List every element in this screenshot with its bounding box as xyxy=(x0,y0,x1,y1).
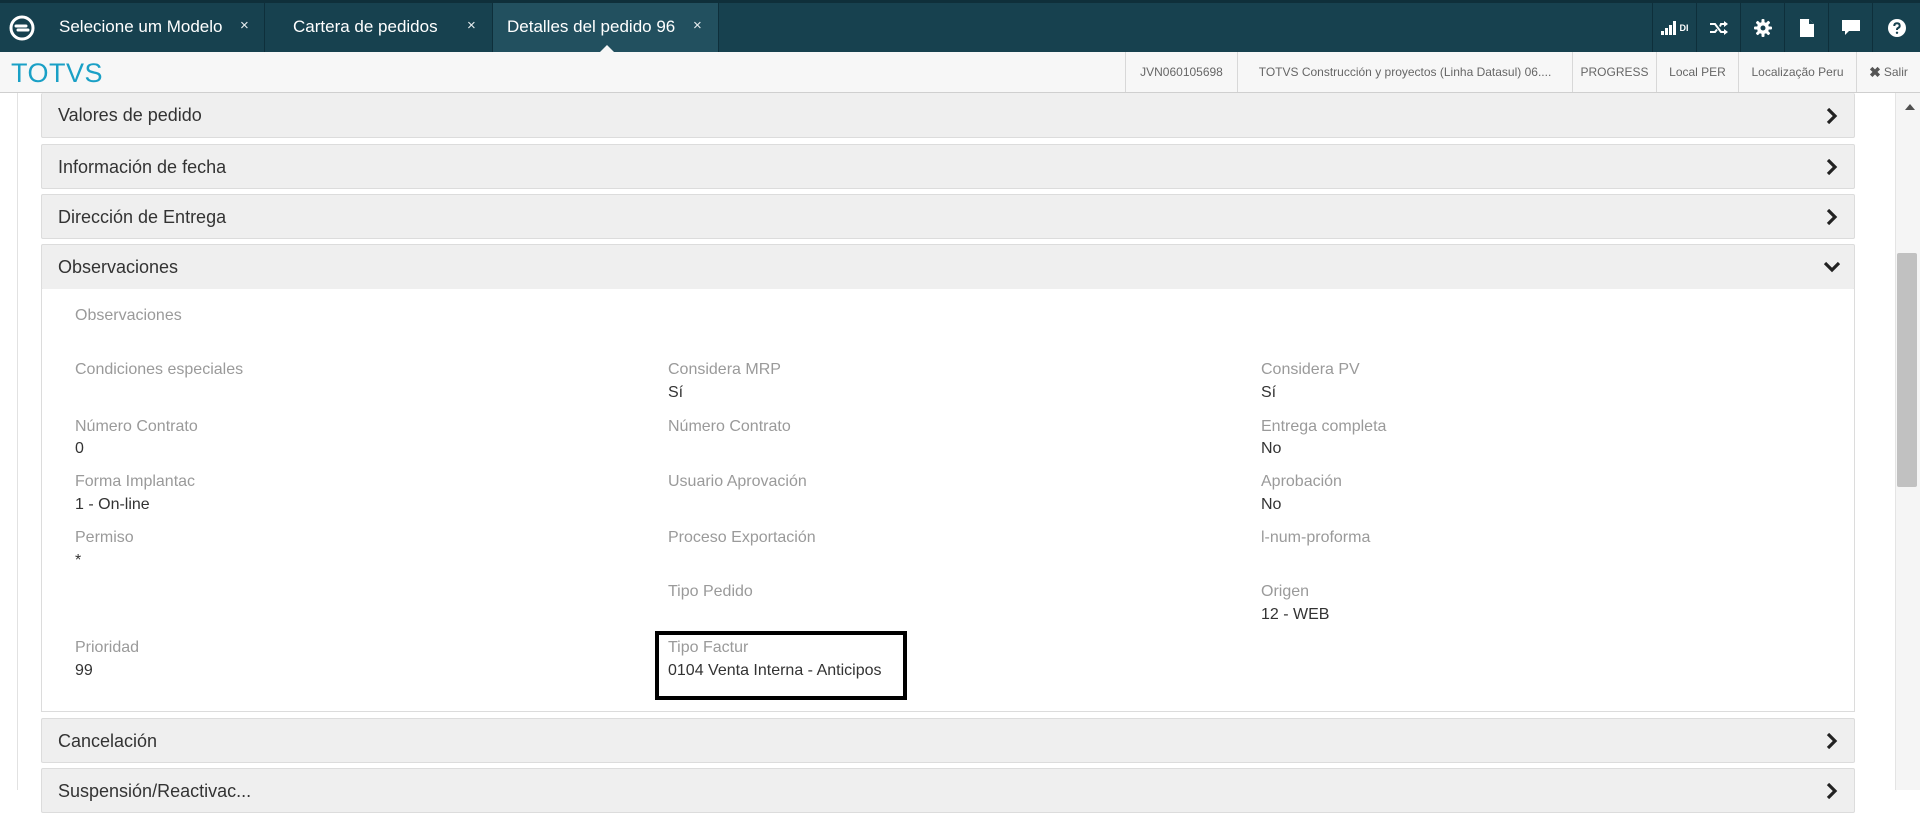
totvs-logo-icon[interactable] xyxy=(0,3,44,52)
content-left-border xyxy=(17,93,18,790)
scroll-up-arrow-icon[interactable] xyxy=(1905,104,1915,110)
chevron-down-icon xyxy=(1823,260,1841,278)
origen-label: Origen xyxy=(1261,583,1310,600)
permiso-value: * xyxy=(75,552,82,569)
numero-contrato-label: Número Contrato xyxy=(75,418,198,435)
chevron-right-icon xyxy=(1826,158,1838,180)
scrollbar-thumb[interactable] xyxy=(1897,253,1917,487)
brand-logo[interactable]: TOTVS xyxy=(11,58,103,89)
tab-label: Selecione um Modelo xyxy=(59,17,223,36)
tipo-factur-highlight-box xyxy=(655,631,907,700)
tipo-pedido-label: Tipo Pedido xyxy=(668,583,753,600)
section-direccion-entrega[interactable]: Dirección de Entrega xyxy=(41,194,1855,239)
help-icon[interactable] xyxy=(1872,3,1920,52)
analytics-icon[interactable]: DI xyxy=(1652,3,1696,52)
observaciones-body xyxy=(41,289,1855,712)
considera-mrp-value: Sí xyxy=(668,384,684,401)
chevron-right-icon xyxy=(1826,732,1838,754)
gear-icon[interactable] xyxy=(1740,3,1784,52)
section-title: Información de fecha xyxy=(58,157,227,177)
usuario-aprovacion-label: Usuario Aprovación xyxy=(668,473,807,490)
entrega-completa-label: Entrega completa xyxy=(1261,418,1387,435)
section-title: Dirección de Entrega xyxy=(58,207,227,227)
chevron-right-icon xyxy=(1826,782,1838,804)
forma-implantac-label: Forma Implantac xyxy=(75,473,196,490)
condiciones-especiales-label: Condiciones especiales xyxy=(75,361,244,378)
user-info[interactable]: JVN060105698 xyxy=(1125,52,1237,92)
close-icon: ✖ xyxy=(1869,63,1881,80)
localization-info[interactable]: Localização Peru xyxy=(1738,52,1856,92)
tab-selecione-modelo[interactable]: Selecione um Modelo × xyxy=(44,3,265,52)
tab-detalles-pedido[interactable]: Detalles del pedido 96 × xyxy=(493,3,719,52)
tab-label: Detalles del pedido 96 xyxy=(507,17,676,36)
close-icon[interactable]: × xyxy=(693,17,702,34)
section-title: Observaciones xyxy=(58,257,179,277)
chevron-right-icon xyxy=(1826,107,1838,129)
observaciones-label: Observaciones xyxy=(75,307,182,324)
context-bar: TOTVS JVN060105698 TOTVS Construcción y … xyxy=(0,52,1920,93)
prioridad-label: Prioridad xyxy=(75,639,140,656)
company-info[interactable]: TOTVS Construcción y proyectos (Linha Da… xyxy=(1237,52,1572,92)
origen-value: 12 - WEB xyxy=(1261,606,1330,623)
logout-label: Salir xyxy=(1883,65,1908,79)
proforma-label: l-num-proforma xyxy=(1261,529,1371,546)
section-cancelacion[interactable]: Cancelación xyxy=(41,718,1855,763)
database-info[interactable]: PROGRESS xyxy=(1572,52,1656,92)
local-info[interactable]: Local PER xyxy=(1656,52,1738,92)
entrega-completa-value: No xyxy=(1261,440,1282,457)
proceso-exportacion-label: Proceso Exportación xyxy=(668,529,816,546)
top-navigation-bar: Selecione um Modelo × Cartera de pedidos… xyxy=(0,0,1920,52)
section-title: Cancelación xyxy=(58,731,158,751)
chevron-right-icon xyxy=(1826,208,1838,230)
numero-contrato-value: 0 xyxy=(75,440,84,457)
active-tab-caret xyxy=(600,45,614,52)
tab-cartera-pedidos[interactable]: Cartera de pedidos × xyxy=(265,3,493,52)
section-valores-pedido[interactable]: Valores de pedido xyxy=(41,93,1855,138)
document-icon[interactable] xyxy=(1784,3,1828,52)
considera-mrp-label: Considera MRP xyxy=(668,361,781,378)
section-observaciones[interactable]: Observaciones xyxy=(41,244,1855,290)
section-suspension-reactivac[interactable]: Suspensión/Reactivac... xyxy=(41,768,1855,813)
close-icon[interactable]: × xyxy=(240,17,249,34)
close-icon[interactable]: × xyxy=(467,17,476,34)
permiso-label: Permiso xyxy=(75,529,134,546)
numero-contrato-2-label: Número Contrato xyxy=(668,418,791,435)
prioridad-value: 99 xyxy=(75,662,93,679)
chat-icon[interactable] xyxy=(1828,3,1872,52)
shuffle-icon[interactable] xyxy=(1696,3,1740,52)
aprobacion-value: No xyxy=(1261,496,1282,513)
section-title: Valores de pedido xyxy=(58,105,202,125)
tab-label: Cartera de pedidos xyxy=(293,17,438,36)
forma-implantac-value: 1 - On-line xyxy=(75,496,150,513)
logout-button[interactable]: ✖ Salir xyxy=(1856,52,1920,92)
analytics-label: DI xyxy=(1679,22,1689,33)
section-title: Suspensión/Reactivac... xyxy=(58,781,252,801)
considera-pv-label: Considera PV xyxy=(1261,361,1360,378)
aprobacion-label: Aprobación xyxy=(1261,473,1342,490)
section-informacion-fecha[interactable]: Información de fecha xyxy=(41,144,1855,189)
considera-pv-value: Sí xyxy=(1261,384,1277,401)
